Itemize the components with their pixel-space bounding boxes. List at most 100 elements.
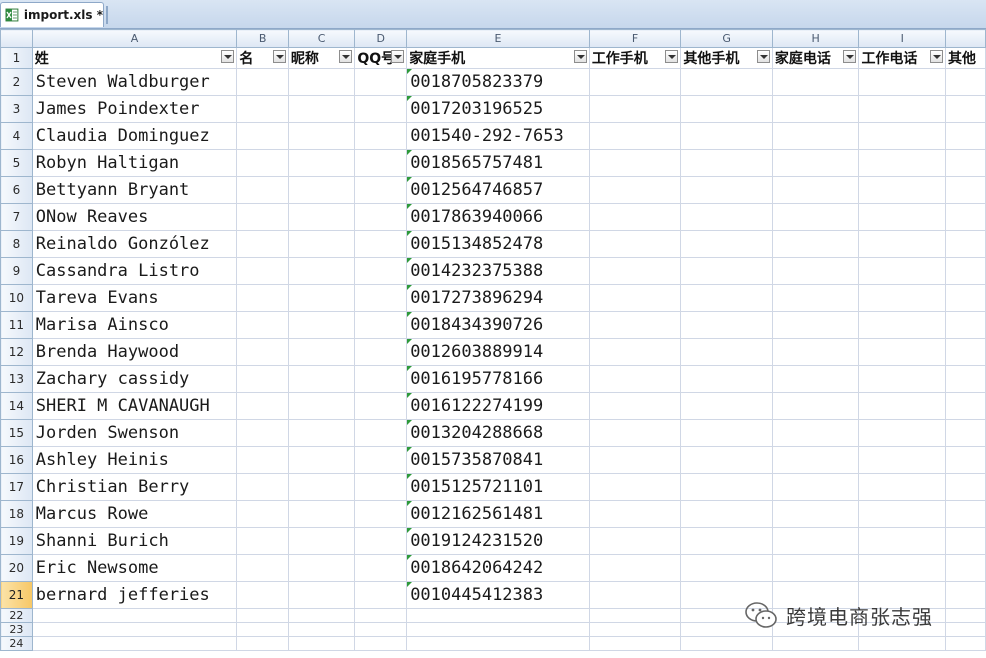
cell-surname[interactable]: Bettyann Bryant <box>31 176 238 204</box>
cell-empty[interactable] <box>945 230 986 258</box>
cell-empty[interactable] <box>236 365 289 393</box>
cell-empty[interactable] <box>588 95 682 123</box>
cell-empty[interactable] <box>680 176 773 204</box>
cell-surname[interactable]: Marisa Ainsco <box>31 311 238 339</box>
cell-empty[interactable] <box>771 122 860 150</box>
cell-empty[interactable] <box>945 203 986 231</box>
filter-dropdown-icon[interactable] <box>391 50 405 63</box>
column-header-i[interactable]: I <box>858 29 947 48</box>
filter-dropdown-icon[interactable] <box>843 50 857 63</box>
cell-empty[interactable] <box>354 284 408 312</box>
select-all-corner[interactable] <box>0 29 33 48</box>
cell-empty[interactable] <box>236 622 289 637</box>
cell-empty[interactable] <box>287 122 356 150</box>
cell-empty[interactable] <box>771 257 860 285</box>
cell-empty[interactable] <box>945 500 986 528</box>
cell-surname[interactable]: Shanni Burich <box>31 527 238 555</box>
filter-dropdown-icon[interactable] <box>339 50 353 63</box>
column-header-h[interactable]: H <box>771 29 860 48</box>
cell-home-mobile[interactable]: 0018434390726 <box>406 311 590 339</box>
cell-empty[interactable] <box>588 284 682 312</box>
cell-empty[interactable] <box>236 554 289 582</box>
cell-home-mobile[interactable]: 0015134852478 <box>406 230 590 258</box>
cell-empty[interactable] <box>588 203 682 231</box>
cell-empty[interactable] <box>771 68 860 96</box>
cell-empty[interactable] <box>31 608 238 623</box>
cell-empty[interactable] <box>858 203 947 231</box>
cell-home-mobile[interactable]: 0018642064242 <box>406 554 590 582</box>
cell-surname[interactable]: Marcus Rowe <box>31 500 238 528</box>
cell-empty[interactable] <box>287 527 356 555</box>
cell-empty[interactable] <box>771 176 860 204</box>
cell-empty[interactable] <box>354 338 408 366</box>
header-cell-home-mobile[interactable]: 家庭手机 <box>406 47 590 69</box>
cell-empty[interactable] <box>588 500 682 528</box>
cell-empty[interactable] <box>680 554 773 582</box>
cell-empty[interactable] <box>588 527 682 555</box>
cell-home-mobile[interactable]: 001540-292-7653 <box>406 122 590 150</box>
cell-empty[interactable] <box>858 365 947 393</box>
cell-empty[interactable] <box>771 419 860 447</box>
cell-empty[interactable] <box>287 95 356 123</box>
cell-empty[interactable] <box>236 392 289 420</box>
cell-empty[interactable] <box>771 554 860 582</box>
cell-empty[interactable] <box>680 473 773 501</box>
cell-empty[interactable] <box>771 473 860 501</box>
cell-empty[interactable] <box>858 149 947 177</box>
cell-empty[interactable] <box>354 419 408 447</box>
row-header[interactable]: 23 <box>0 622 33 637</box>
cell-empty[interactable] <box>31 622 238 637</box>
cell-surname[interactable]: Reinaldo Gonzólez <box>31 230 238 258</box>
cell-empty[interactable] <box>354 203 408 231</box>
cell-empty[interactable] <box>771 527 860 555</box>
row-header[interactable]: 4 <box>0 122 33 150</box>
cell-empty[interactable] <box>945 176 986 204</box>
cell-empty[interactable] <box>354 122 408 150</box>
cell-home-mobile[interactable]: 0017273896294 <box>406 284 590 312</box>
cell-empty[interactable] <box>354 581 408 609</box>
cell-empty[interactable] <box>680 636 773 651</box>
cell-empty[interactable] <box>406 636 590 651</box>
cell-empty[interactable] <box>354 95 408 123</box>
cell-surname[interactable]: Robyn Haltigan <box>31 149 238 177</box>
cell-empty[interactable] <box>236 95 289 123</box>
row-header[interactable]: 9 <box>0 257 33 285</box>
row-header[interactable]: 14 <box>0 392 33 420</box>
cell-home-mobile[interactable]: 0019124231520 <box>406 527 590 555</box>
cell-empty[interactable] <box>771 284 860 312</box>
cell-empty[interactable] <box>287 284 356 312</box>
filter-dropdown-icon[interactable] <box>221 50 235 63</box>
row-header[interactable]: 18 <box>0 500 33 528</box>
cell-empty[interactable] <box>858 554 947 582</box>
cell-empty[interactable] <box>236 636 289 651</box>
row-header[interactable]: 7 <box>0 203 33 231</box>
row-header[interactable]: 20 <box>0 554 33 582</box>
cell-empty[interactable] <box>354 365 408 393</box>
cell-empty[interactable] <box>771 311 860 339</box>
cell-empty[interactable] <box>354 230 408 258</box>
header-cell-other[interactable]: 其他 <box>945 47 986 69</box>
cell-surname[interactable]: Christian Berry <box>31 473 238 501</box>
cell-home-mobile[interactable]: 0017863940066 <box>406 203 590 231</box>
cell-empty[interactable] <box>236 176 289 204</box>
cell-empty[interactable] <box>945 257 986 285</box>
cell-empty[interactable] <box>945 338 986 366</box>
cell-empty[interactable] <box>236 230 289 258</box>
cell-empty[interactable] <box>858 230 947 258</box>
cell-empty[interactable] <box>680 311 773 339</box>
cell-empty[interactable] <box>236 338 289 366</box>
cell-empty[interactable] <box>354 311 408 339</box>
cell-empty[interactable] <box>858 527 947 555</box>
cell-empty[interactable] <box>236 527 289 555</box>
cell-empty[interactable] <box>588 68 682 96</box>
document-tab[interactable]: import.xls * <box>0 2 104 27</box>
cell-surname[interactable]: ONow Reaves <box>31 203 238 231</box>
cell-empty[interactable] <box>287 419 356 447</box>
column-header-c[interactable]: C <box>287 29 356 48</box>
row-header[interactable]: 12 <box>0 338 33 366</box>
cell-empty[interactable] <box>588 149 682 177</box>
cell-empty[interactable] <box>858 176 947 204</box>
cell-empty[interactable] <box>945 311 986 339</box>
cell-surname[interactable]: Tareva Evans <box>31 284 238 312</box>
cell-empty[interactable] <box>588 257 682 285</box>
